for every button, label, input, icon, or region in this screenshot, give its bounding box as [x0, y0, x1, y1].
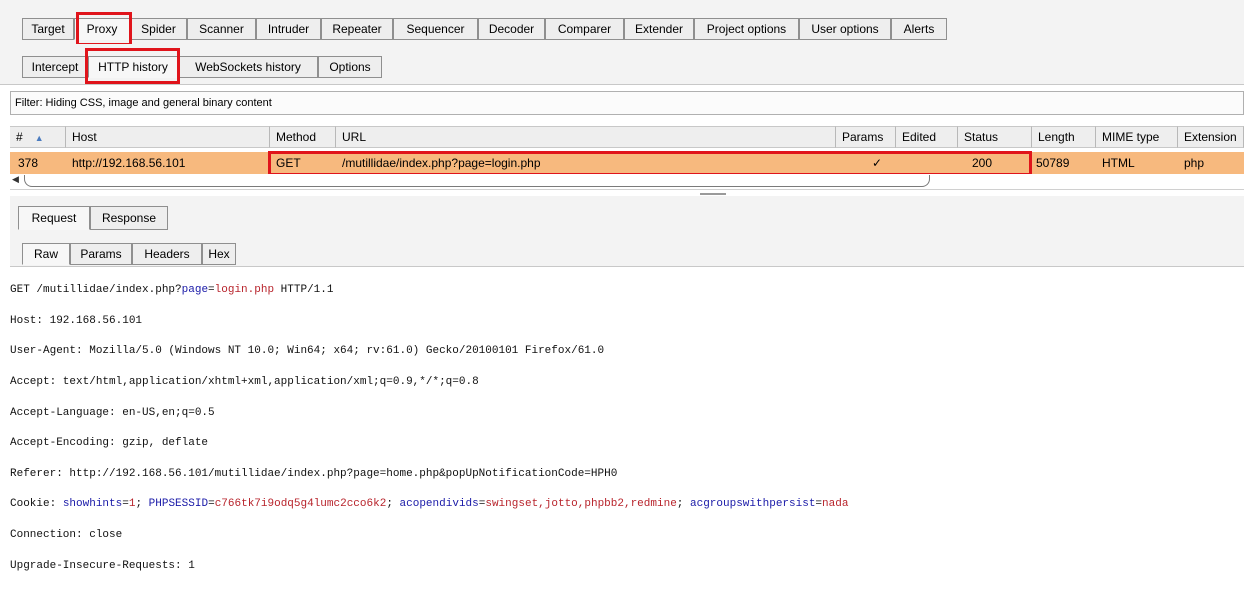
tab-extender[interactable]: Extender — [624, 18, 694, 40]
tab-spider[interactable]: Spider — [130, 18, 187, 40]
cell-edited — [896, 153, 958, 173]
cell-length: 50789 — [1036, 156, 1070, 170]
cell-host: http://192.168.56.101 — [72, 156, 186, 170]
cell-status: 200 — [972, 156, 993, 170]
cell-number: 378 — [18, 156, 39, 170]
col-header-params[interactable]: Params — [836, 126, 896, 148]
splitter-handle[interactable] — [700, 193, 726, 195]
tab-params[interactable]: Params — [70, 243, 132, 265]
filter-bar[interactable]: Filter: Hiding CSS, image and general bi… — [10, 91, 1244, 115]
tab-raw[interactable]: Raw — [22, 243, 70, 265]
cell-extension: php — [1184, 156, 1205, 170]
header-accept-encoding: Accept-Encoding: gzip, deflate — [10, 437, 209, 450]
cell-method: GET — [276, 156, 301, 170]
header-cookie: Cookie: showhints=1; PHPSESSID=c766tk7i9… — [10, 498, 849, 511]
tab-proxy[interactable]: Proxy — [74, 18, 130, 40]
tab-decoder[interactable]: Decoder — [478, 18, 545, 40]
tab-websockets-history[interactable]: WebSockets history — [178, 56, 318, 78]
tab-target[interactable]: Target — [22, 18, 74, 40]
tab-repeater[interactable]: Repeater — [321, 18, 393, 40]
col-header-length[interactable]: Length — [1032, 126, 1096, 148]
tab-project-options[interactable]: Project options — [694, 18, 799, 40]
header-upgrade-insecure: Upgrade-Insecure-Requests: 1 — [10, 559, 195, 572]
tab-options[interactable]: Options — [318, 56, 382, 78]
header-referer: Referer: http://192.168.56.101/mutillida… — [10, 467, 618, 480]
header-host: Host: 192.168.56.101 — [10, 314, 143, 327]
message-tab-bar — [10, 196, 1244, 236]
header-connection: Connection: close — [10, 529, 123, 542]
tab-headers[interactable]: Headers — [132, 243, 202, 265]
request-line: GET /mutillidae/index.php?page=login.php… — [10, 284, 334, 297]
tab-user-options[interactable]: User options — [799, 18, 891, 40]
tab-request[interactable]: Request — [18, 206, 90, 230]
tab-hex[interactable]: Hex — [202, 243, 236, 265]
tab-response[interactable]: Response — [90, 206, 168, 230]
horizontal-scrollbar[interactable]: ◀ — [10, 174, 1244, 190]
col-header-status[interactable]: Status — [958, 126, 1032, 148]
cell-mime-type: HTML — [1102, 156, 1135, 170]
tab-comparer[interactable]: Comparer — [545, 18, 624, 40]
tab-scanner[interactable]: Scanner — [187, 18, 256, 40]
col-header-number[interactable]: # ▲ — [10, 126, 66, 148]
cell-url: /mutillidae/index.php?page=login.php — [342, 156, 541, 170]
sort-asc-icon: ▲ — [34, 133, 44, 143]
scroll-left-icon[interactable]: ◀ — [12, 174, 19, 185]
header-accept: Accept: text/html,application/xhtml+xml,… — [10, 376, 479, 389]
col-header-host[interactable]: Host — [66, 126, 270, 148]
tab-intercept[interactable]: Intercept — [22, 56, 88, 78]
tab-http-history[interactable]: HTTP history — [88, 56, 178, 78]
cell-params-check: ✓ — [871, 156, 883, 170]
raw-request-editor[interactable]: GET /mutillidae/index.php?page=login.php… — [10, 268, 1244, 572]
col-header-mime-type[interactable]: MIME type — [1096, 126, 1178, 148]
scrollbar-thumb[interactable] — [24, 175, 930, 187]
col-header-method[interactable]: Method — [270, 126, 336, 148]
header-user-agent: User-Agent: Mozilla/5.0 (Windows NT 10.0… — [10, 345, 605, 358]
tab-alerts[interactable]: Alerts — [891, 18, 947, 40]
col-header-extension[interactable]: Extension — [1178, 126, 1244, 148]
tab-intruder[interactable]: Intruder — [256, 18, 321, 40]
header-accept-language: Accept-Language: en-US,en;q=0.5 — [10, 406, 215, 419]
col-header-edited[interactable]: Edited — [896, 126, 958, 148]
tab-sequencer[interactable]: Sequencer — [393, 18, 478, 40]
col-header-url[interactable]: URL — [336, 126, 836, 148]
